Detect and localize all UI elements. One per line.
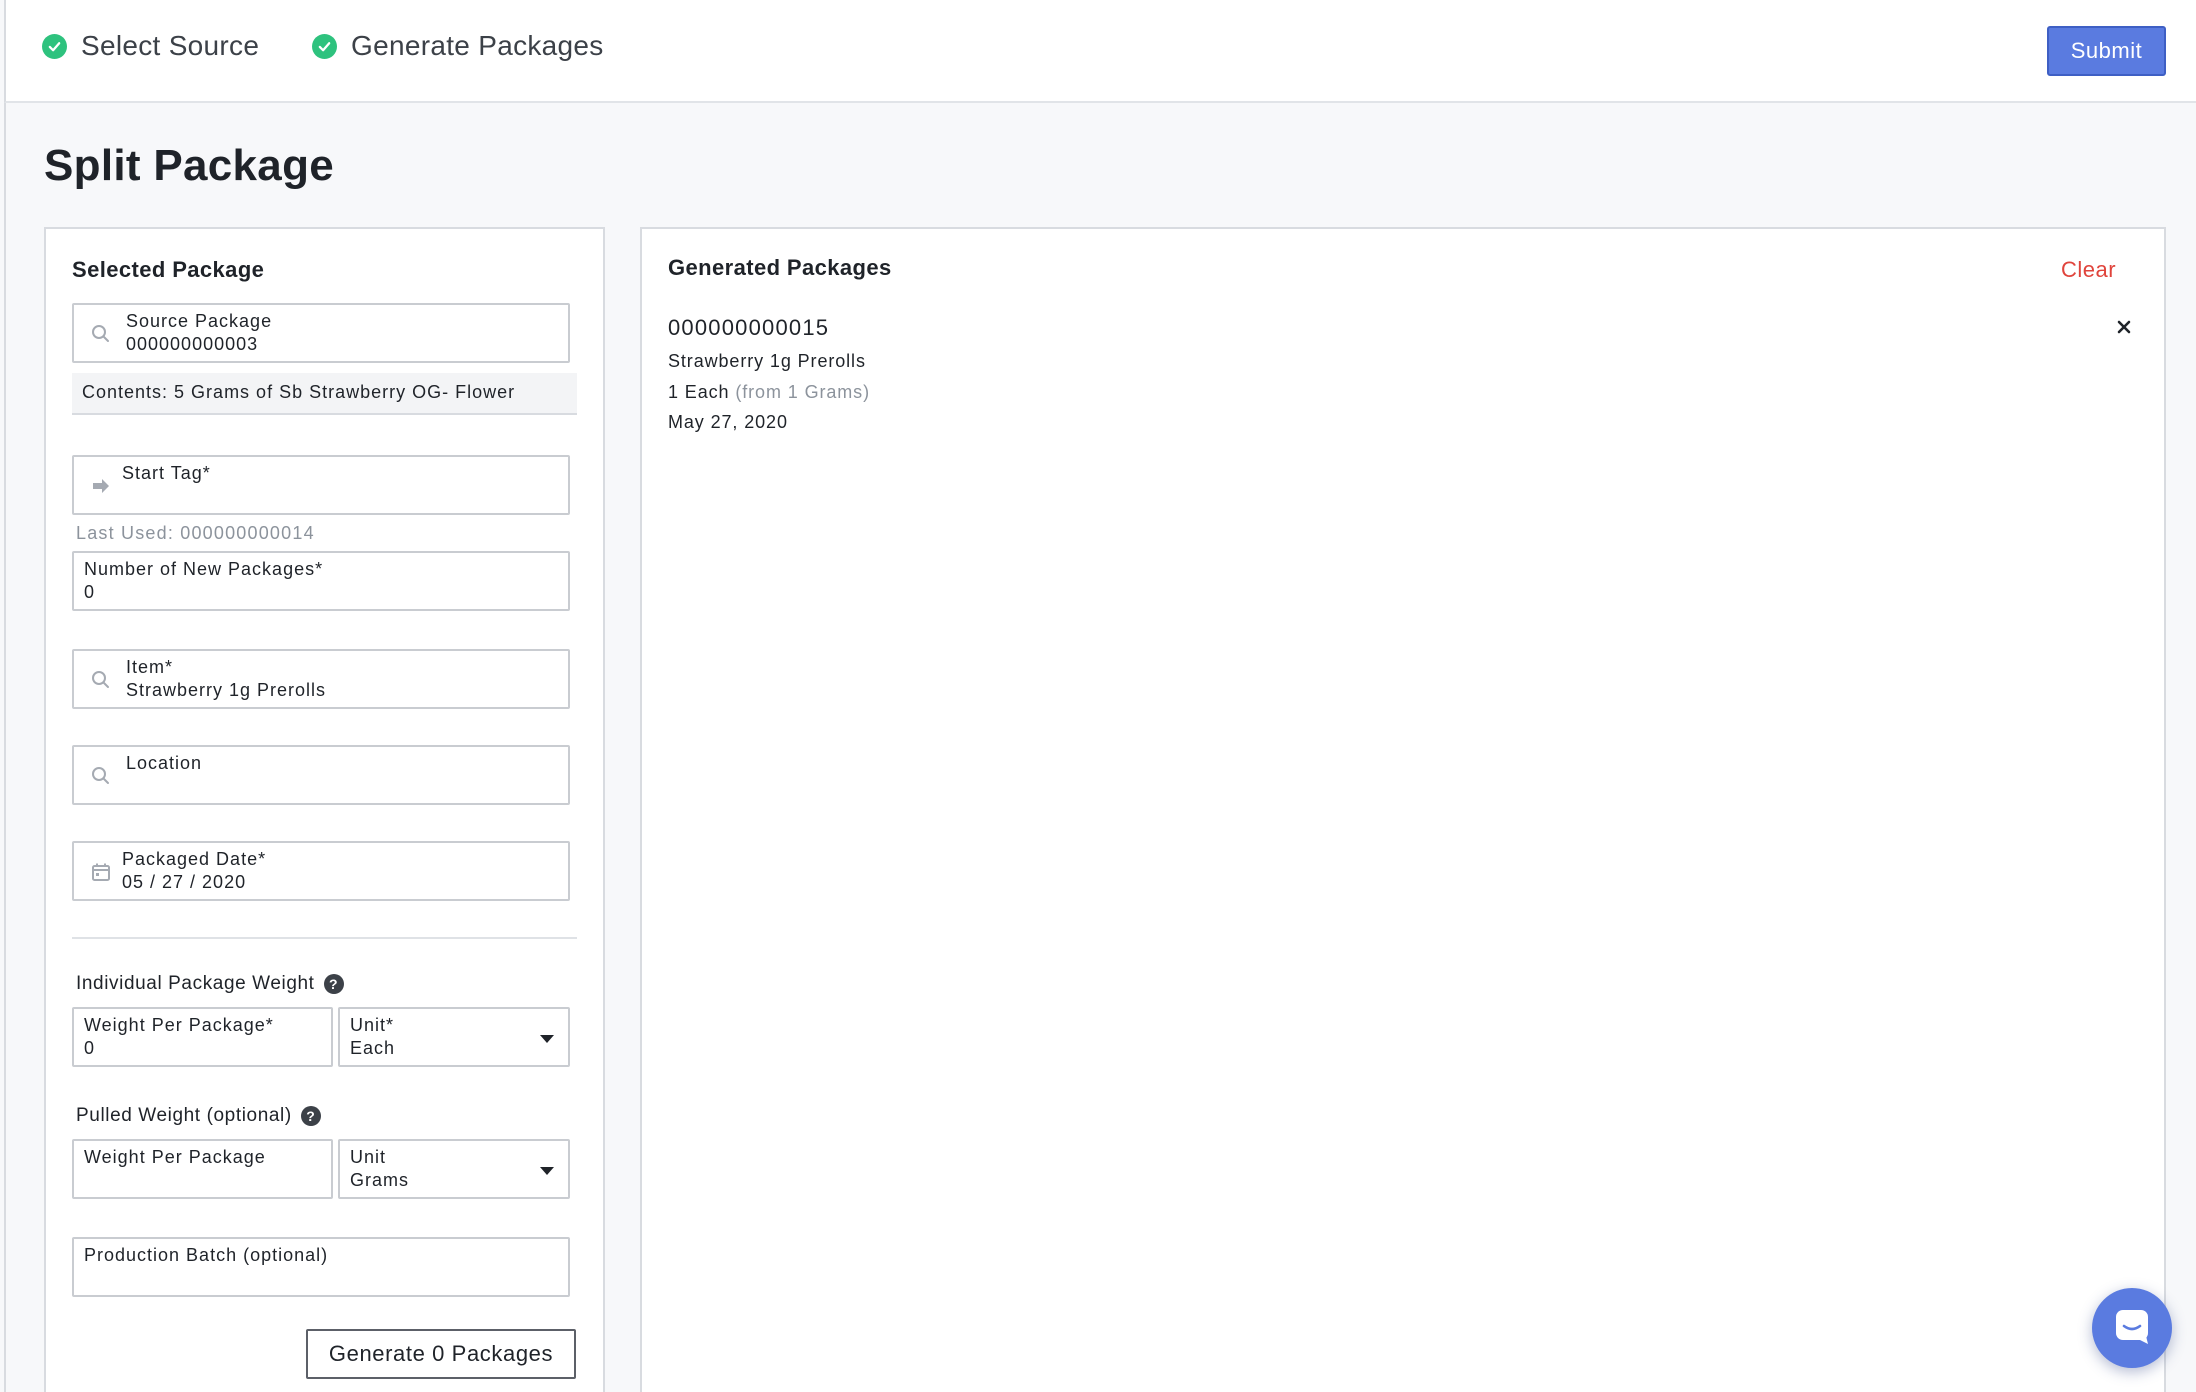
card-title: Generated Packages xyxy=(668,255,892,280)
field-label: Number of New Packages* xyxy=(84,559,324,579)
field-label: Production Batch (optional) xyxy=(84,1245,329,1265)
last-used-hint: Last Used: 000000000014 xyxy=(76,523,315,543)
new-packages-field[interactable]: Number of New Packages* 0 xyxy=(72,551,570,611)
production-batch-field[interactable]: Production Batch (optional) xyxy=(72,1237,570,1297)
individual-weight-label: Individual Package Weight ? xyxy=(76,973,344,995)
generate-packages-button[interactable]: Generate 0 Packages xyxy=(306,1329,576,1379)
search-icon xyxy=(90,669,112,691)
field-value: Grams xyxy=(350,1170,409,1190)
package-date: May 27, 2020 xyxy=(668,412,788,432)
card-title: Selected Package xyxy=(72,257,265,282)
source-package-field[interactable]: Source Package 000000000003 xyxy=(72,303,570,363)
divider xyxy=(72,937,577,939)
package-quantity: 1 Each (from 1 Grams) xyxy=(668,382,870,403)
field-label: Start Tag* xyxy=(122,463,211,483)
search-icon xyxy=(90,323,112,345)
close-icon[interactable] xyxy=(2112,315,2136,339)
page-title: Split Package xyxy=(44,141,335,190)
arrow-right-icon xyxy=(90,475,112,497)
help-icon[interactable]: ? xyxy=(300,1106,321,1126)
generated-packages-card: Generated Packages Clear 000000000015 St… xyxy=(640,227,2166,1392)
package-source-quantity: (from 1 Grams) xyxy=(735,382,870,402)
location-field[interactable]: Location xyxy=(72,745,570,805)
weight-per-package-field[interactable]: Weight Per Package* 0 xyxy=(72,1007,333,1067)
clear-button[interactable]: Clear xyxy=(2061,257,2116,283)
section-label-text: Pulled Weight (optional) xyxy=(76,1105,292,1126)
field-value: Each xyxy=(350,1038,396,1058)
start-tag-field[interactable]: Start Tag* xyxy=(72,455,570,515)
package-contents: Contents: 5 Grams of Sb Strawberry OG- F… xyxy=(72,373,577,415)
pulled-weight-per-package-field[interactable]: Weight Per Package xyxy=(72,1139,333,1199)
unit-select[interactable]: Unit* Each xyxy=(338,1007,570,1067)
step-generate-packages[interactable]: Generate Packages xyxy=(312,30,604,62)
package-quantity-value: 1 Each xyxy=(668,382,730,402)
step-label: Generate Packages xyxy=(351,30,604,61)
package-item-name: Strawberry 1g Prerolls xyxy=(668,351,866,371)
field-label: Source Package xyxy=(126,311,273,331)
field-label: Item* xyxy=(126,657,174,677)
caret-down-icon xyxy=(540,1167,554,1175)
check-circle-icon xyxy=(312,33,337,59)
field-value: 0 xyxy=(84,582,96,602)
chat-icon xyxy=(2112,1306,2152,1351)
caret-down-icon xyxy=(540,1035,554,1043)
main-content: Split Package Selected Package Source Pa… xyxy=(4,103,2196,1392)
help-icon[interactable]: ? xyxy=(323,974,344,994)
selected-package-card: Selected Package Source Package 00000000… xyxy=(44,227,605,1392)
step-select-source[interactable]: Select Source xyxy=(42,30,259,62)
field-value: Strawberry 1g Prerolls xyxy=(126,680,327,700)
field-value: 000000000003 xyxy=(126,334,259,354)
pulled-unit-select[interactable]: Unit Grams xyxy=(338,1139,570,1199)
field-label: Weight Per Package* xyxy=(84,1015,274,1035)
check-circle-icon xyxy=(42,33,67,59)
step-label: Select Source xyxy=(81,30,260,61)
field-label: Unit xyxy=(350,1147,387,1167)
section-label-text: Individual Package Weight xyxy=(76,973,315,994)
field-label: Unit* xyxy=(350,1015,395,1035)
chat-launcher-button[interactable] xyxy=(2092,1288,2172,1368)
field-label: Weight Per Package xyxy=(84,1147,266,1167)
field-value: 05 / 27 / 2020 xyxy=(122,872,247,892)
field-label: Packaged Date* xyxy=(122,849,267,869)
stepper-header: Select Source Generate Packages Submit xyxy=(4,0,2196,103)
packaged-date-field[interactable]: Packaged Date* 05 / 27 / 2020 xyxy=(72,841,570,901)
package-tag: 000000000015 xyxy=(668,315,830,340)
pulled-weight-label: Pulled Weight (optional) ? xyxy=(76,1105,321,1127)
calendar-icon xyxy=(90,861,112,883)
search-icon xyxy=(90,765,112,787)
item-field[interactable]: Item* Strawberry 1g Prerolls xyxy=(72,649,570,709)
field-value: 0 xyxy=(84,1038,96,1058)
field-label: Location xyxy=(126,753,203,773)
submit-button[interactable]: Submit xyxy=(2047,26,2166,76)
